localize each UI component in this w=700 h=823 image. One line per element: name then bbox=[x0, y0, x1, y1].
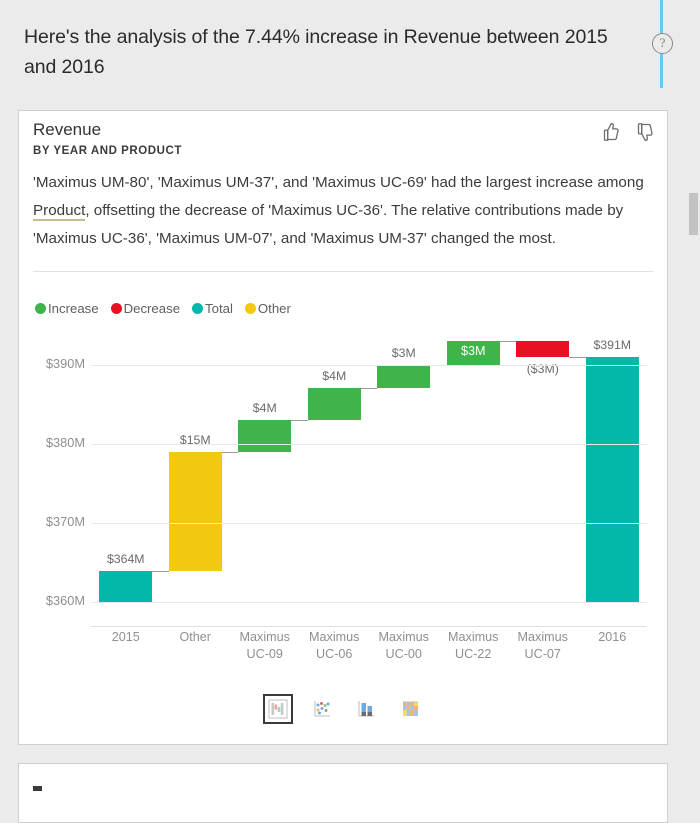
card-title: Revenue bbox=[33, 120, 102, 139]
vertical-scrollbar[interactable] bbox=[687, 88, 700, 792]
bar-value-label: $4M bbox=[252, 400, 277, 415]
legend-label: Other bbox=[257, 301, 291, 316]
legend-swatch-icon bbox=[244, 303, 256, 314]
next-insight-card[interactable] bbox=[18, 763, 668, 823]
chart-gridline bbox=[91, 443, 647, 445]
legend-swatch-icon bbox=[35, 303, 46, 314]
waterfall-connector bbox=[499, 340, 517, 342]
legend-label: Decrease bbox=[123, 301, 181, 316]
waterfall-connector bbox=[569, 356, 586, 358]
x-axis-label-line-2: UC-07 bbox=[524, 647, 561, 661]
chart-bar[interactable] bbox=[377, 364, 431, 389]
chart-gridline bbox=[91, 364, 647, 366]
bar-value-label: $4M bbox=[322, 369, 347, 384]
chart-gridline bbox=[91, 522, 647, 524]
waterfall-chart-icon[interactable] bbox=[263, 694, 293, 724]
waterfall-connector bbox=[291, 419, 308, 421]
chart-legend: Increase Decrease Total Other bbox=[35, 301, 300, 316]
help-circle-icon[interactable]: ? bbox=[652, 33, 673, 54]
chart-baseline bbox=[91, 626, 647, 627]
chart-plot-area: $364M 2015 $15M Other $4M Maximus UC-09 $4M Maxi… bbox=[91, 336, 647, 661]
bar-value-label: $364M bbox=[106, 551, 145, 566]
scatter-chart-icon[interactable] bbox=[307, 694, 337, 724]
x-axis-label-line-1: 2016 bbox=[598, 630, 627, 644]
chart-gridline bbox=[91, 602, 647, 604]
legend-item-total[interactable]: Total bbox=[192, 301, 233, 316]
y-axis-tick-label: $360M bbox=[45, 593, 85, 609]
insight-card: Revenue BY YEAR AND PRODUCT 'Maximus UM-… bbox=[18, 110, 668, 745]
scrollbar-thumb[interactable] bbox=[689, 193, 698, 235]
narrative-part-1: 'Maximus UM-80', 'Maximus UM-37', and 'M… bbox=[33, 174, 644, 191]
column-chart-icon[interactable] bbox=[351, 694, 381, 724]
stacked-area-chart-icon[interactable] bbox=[395, 694, 425, 724]
waterfall-connector bbox=[221, 451, 239, 453]
legend-item-increase[interactable]: Increase bbox=[35, 301, 99, 316]
chart-type-selector bbox=[19, 694, 669, 724]
legend-label: Increase bbox=[48, 301, 99, 316]
feedback-buttons bbox=[599, 121, 655, 143]
card-subtitle: BY YEAR AND PRODUCT bbox=[33, 145, 182, 157]
page-title: Here's the analysis of the 7.44% increas… bbox=[24, 26, 608, 78]
chart-bar[interactable] bbox=[99, 570, 153, 603]
card-divider bbox=[33, 271, 653, 272]
thumbs-down-icon[interactable] bbox=[633, 121, 655, 143]
next-card-marker bbox=[33, 786, 42, 791]
insight-narrative: 'Maximus UM-80', 'Maximus UM-37', and 'M… bbox=[33, 169, 653, 253]
page-header: Here's the analysis of the 7.44% increas… bbox=[0, 0, 661, 88]
y-axis-tick-label: $370M bbox=[45, 513, 85, 529]
chart-bar[interactable] bbox=[307, 388, 361, 420]
x-axis-tick-label: 2016 bbox=[562, 629, 662, 646]
waterfall-connector bbox=[360, 388, 378, 390]
chart-bar[interactable] bbox=[585, 356, 639, 603]
legend-item-decrease[interactable]: Decrease bbox=[110, 301, 181, 316]
chart-bar[interactable] bbox=[238, 419, 292, 452]
legend-item-other[interactable]: Other bbox=[244, 301, 291, 316]
legend-swatch-icon bbox=[110, 303, 122, 314]
bar-value-label: $3M bbox=[461, 343, 486, 358]
narrative-part-2: , offsetting the decrease of 'Maximus UC… bbox=[33, 202, 624, 247]
thumbs-up-icon[interactable] bbox=[599, 121, 621, 143]
legend-swatch-icon bbox=[192, 303, 204, 314]
legend-label: Total bbox=[205, 301, 233, 316]
waterfall-connector bbox=[152, 570, 169, 572]
chart-bar[interactable] bbox=[168, 451, 222, 571]
y-axis-tick-label: $390M bbox=[45, 355, 85, 371]
waterfall-chart: $364M 2015 $15M Other $4M Maximus UC-09 $4M Maxi… bbox=[19, 336, 669, 681]
bar-value-label: $391M bbox=[593, 337, 632, 352]
narrative-highlight[interactable]: Product bbox=[33, 202, 86, 221]
y-axis-tick-label: $380M bbox=[45, 434, 85, 450]
